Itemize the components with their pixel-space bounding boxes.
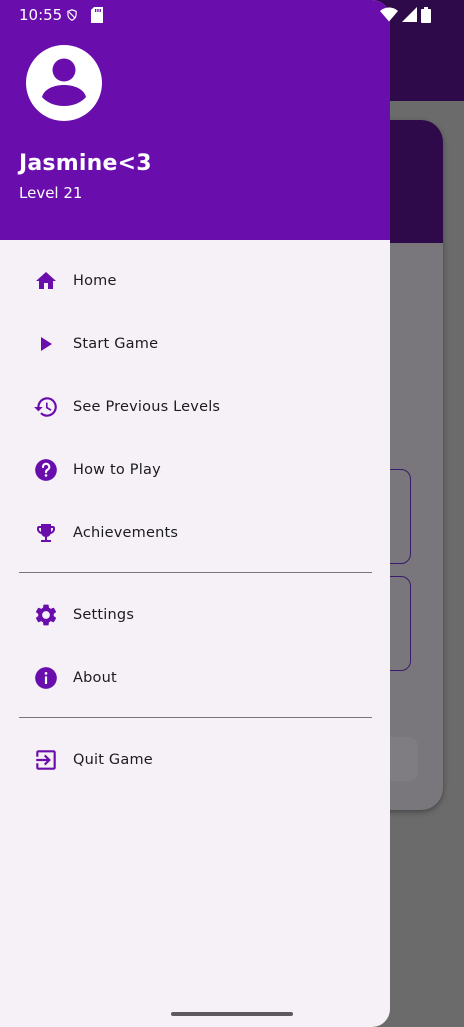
history-icon [33,394,59,420]
menu-item-label: Achievements [73,525,179,541]
navigation-drawer: Jasmine<3 Level 21 Home Start Game See P… [0,0,390,1027]
menu-item-label: About [73,670,117,686]
menu-item-label: Home [73,273,117,289]
status-time: 10:55 [19,6,63,24]
status-bar: 10:55 [0,0,464,32]
menu-item-achievements[interactable]: Achievements [0,505,390,561]
user-name: Jasmine<3 [19,151,152,176]
account-circle-icon[interactable] [26,45,102,121]
menu-item-quit-game[interactable]: Quit Game [0,732,390,788]
menu-item-label: Quit Game [73,752,153,768]
trophy-icon [33,520,59,546]
menu-item-how-to-play[interactable]: How to Play [0,442,390,498]
menu-item-label: Settings [73,607,135,623]
home-icon [33,268,59,294]
exit-icon [33,747,59,773]
battery-icon [421,7,431,27]
menu-item-label: See Previous Levels [73,399,221,415]
play-icon [33,331,59,357]
menu-item-label: Start Game [73,336,159,352]
shield-icon [65,7,79,27]
help-icon [33,457,59,483]
menu-item-see-previous-levels[interactable]: See Previous Levels [0,379,390,435]
sd-card-icon [91,7,103,27]
menu-item-label: How to Play [73,462,161,478]
menu-item-about[interactable]: About [0,650,390,706]
drawer-header: Jasmine<3 Level 21 [0,0,390,240]
menu-item-settings[interactable]: Settings [0,587,390,643]
gear-icon [33,602,59,628]
menu-divider [19,717,372,718]
menu-item-home[interactable]: Home [0,253,390,309]
user-level: Level 21 [19,184,83,202]
info-icon [33,665,59,691]
wifi-icon [380,7,398,26]
menu-divider [19,572,372,573]
gesture-navigation-bar[interactable] [171,1012,293,1016]
signal-icon [402,7,417,26]
menu-item-start-game[interactable]: Start Game [0,316,390,372]
